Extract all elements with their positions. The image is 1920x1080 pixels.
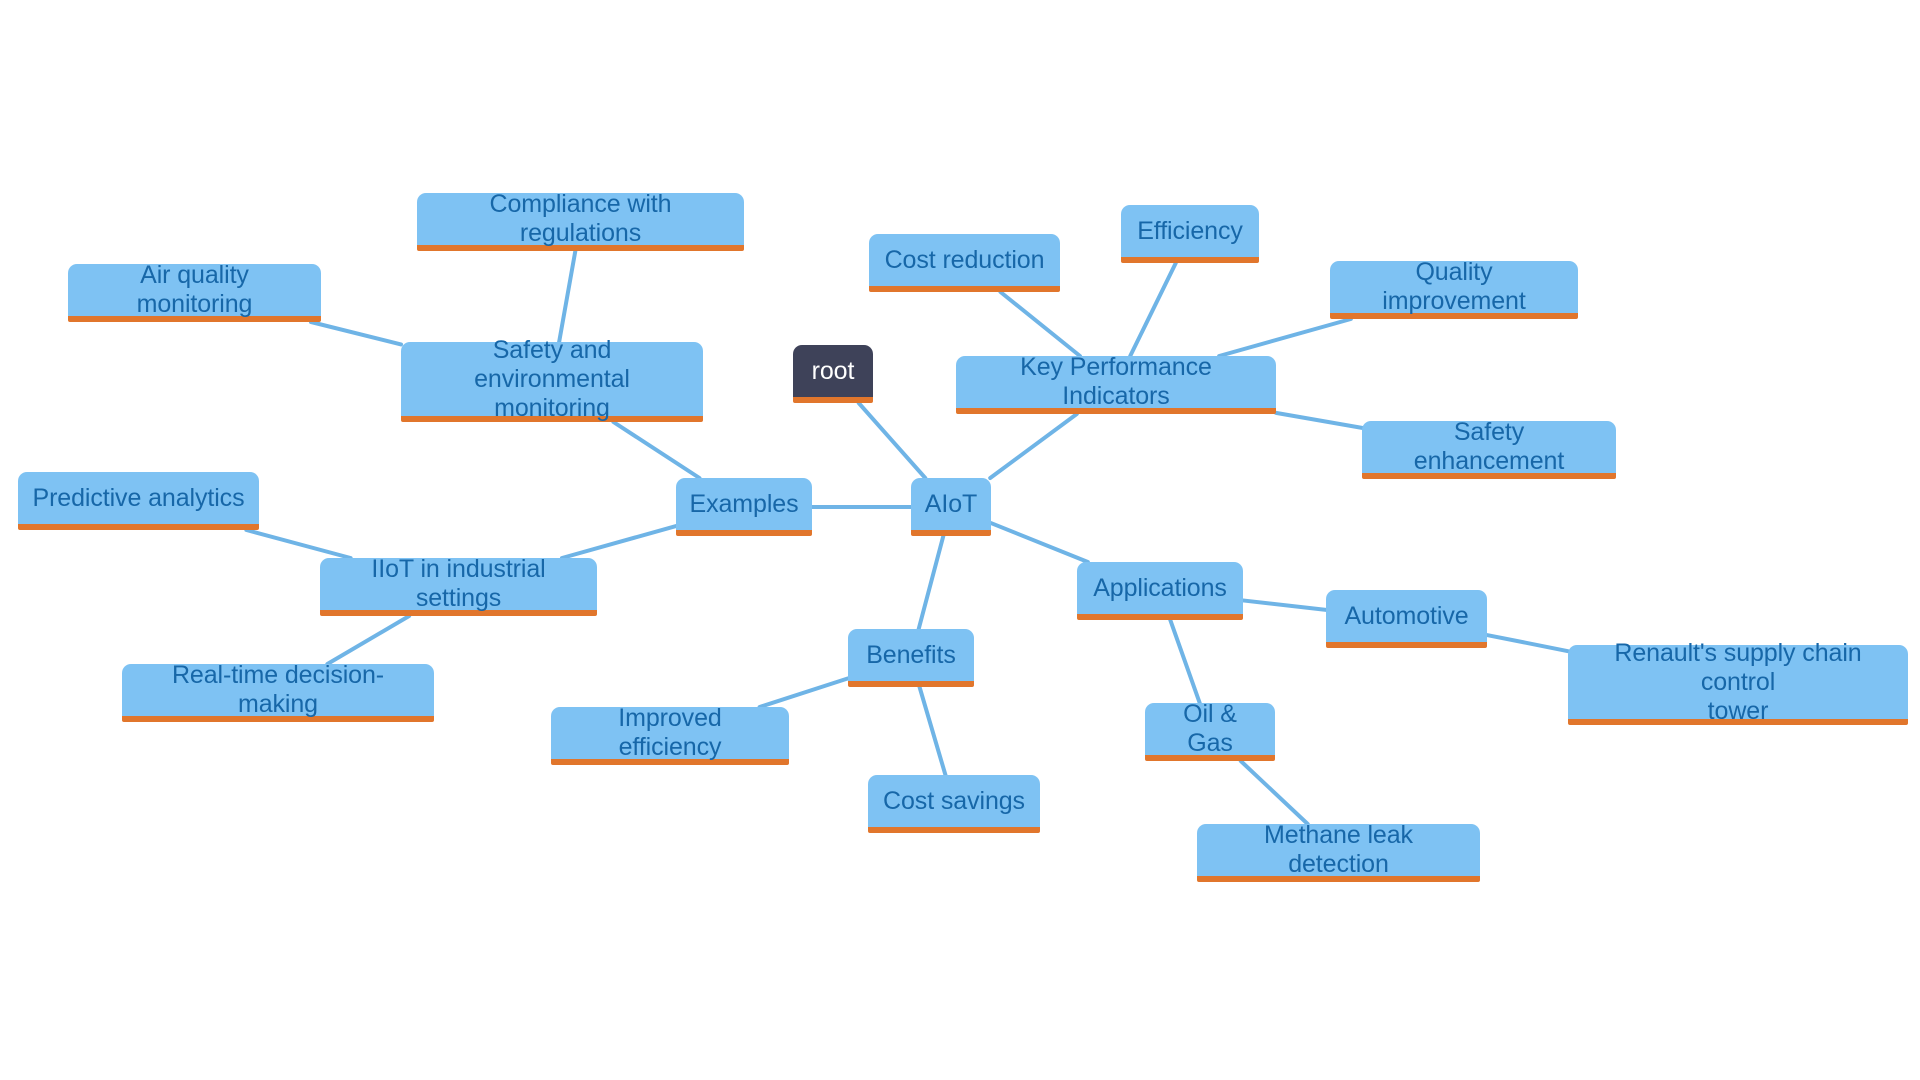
mindmap-node-oilgas[interactable]: Oil & Gas: [1145, 700, 1275, 761]
mindmap-node-aiot[interactable]: AIoT: [911, 478, 991, 536]
edge-benefits-to-improved: [757, 676, 850, 709]
mindmap-node-iiot[interactable]: IIoT in industrial settings: [320, 555, 597, 616]
mindmap-node-cost_sav[interactable]: Cost savings: [868, 775, 1040, 833]
edge-kpi-to-quality: [1217, 317, 1353, 358]
edge-benefits-to-cost_sav: [917, 685, 948, 777]
edge-apps-to-automotive: [1241, 598, 1328, 612]
mindmap-node-examples[interactable]: Examples: [676, 478, 812, 536]
mindmap-node-benefits[interactable]: Benefits: [848, 629, 974, 687]
mindmap-node-realtime[interactable]: Real-time decision-making: [122, 661, 434, 722]
edge-safety_env-to-air_quality: [308, 320, 403, 347]
mindmap-node-root[interactable]: root: [793, 345, 873, 403]
edge-aiot-to-apps: [989, 521, 1090, 564]
edge-kpi-to-cost_red: [998, 290, 1082, 358]
mindmap-node-kpi[interactable]: Key Performance Indicators: [956, 353, 1276, 414]
mindmap-node-automotive[interactable]: Automotive: [1326, 590, 1487, 648]
edge-apps-to-oilgas: [1168, 618, 1202, 705]
mindmap-node-safety_enh[interactable]: Safety enhancement: [1362, 418, 1616, 479]
mindmap-node-predictive[interactable]: Predictive analytics: [18, 472, 259, 530]
mindmap-canvas: root AIoT Key Performance Indicators Cost r…: [0, 0, 1920, 1080]
edge-automotive-to-renault: [1485, 633, 1570, 654]
mindmap-node-cost_red[interactable]: Cost reduction: [869, 234, 1060, 292]
edge-aiot-to-benefits: [916, 534, 946, 631]
edge-examples-to-safety_env: [611, 420, 702, 480]
edge-examples-to-iiot: [559, 524, 678, 560]
mindmap-node-improved[interactable]: Improved efficiency: [551, 704, 789, 765]
edge-iiot-to-predictive: [244, 528, 353, 560]
mindmap-node-compliance[interactable]: Compliance with regulations: [417, 190, 744, 251]
edge-root-to-aiot: [856, 401, 928, 480]
edge-layer: [244, 249, 1570, 826]
mindmap-node-methane[interactable]: Methane leak detection: [1197, 821, 1480, 882]
mindmap-node-safety_env[interactable]: Safety and environmental monitoring: [401, 336, 703, 422]
edge-safety_env-to-compliance: [557, 249, 578, 344]
mindmap-node-apps[interactable]: Applications: [1077, 562, 1243, 620]
mindmap-node-air_quality[interactable]: Air quality monitoring: [68, 261, 321, 322]
edge-kpi-to-efficiency: [1128, 261, 1178, 358]
mindmap-node-quality[interactable]: Quality improvement: [1330, 258, 1578, 319]
edge-oilgas-to-methane: [1238, 759, 1310, 826]
mindmap-node-renault[interactable]: Renault's supply chain control tower: [1568, 639, 1908, 725]
edge-kpi-to-safety_enh: [1274, 410, 1364, 430]
edge-aiot-to-kpi: [988, 412, 1079, 480]
mindmap-node-efficiency[interactable]: Efficiency: [1121, 205, 1259, 263]
edge-iiot-to-realtime: [325, 614, 412, 666]
